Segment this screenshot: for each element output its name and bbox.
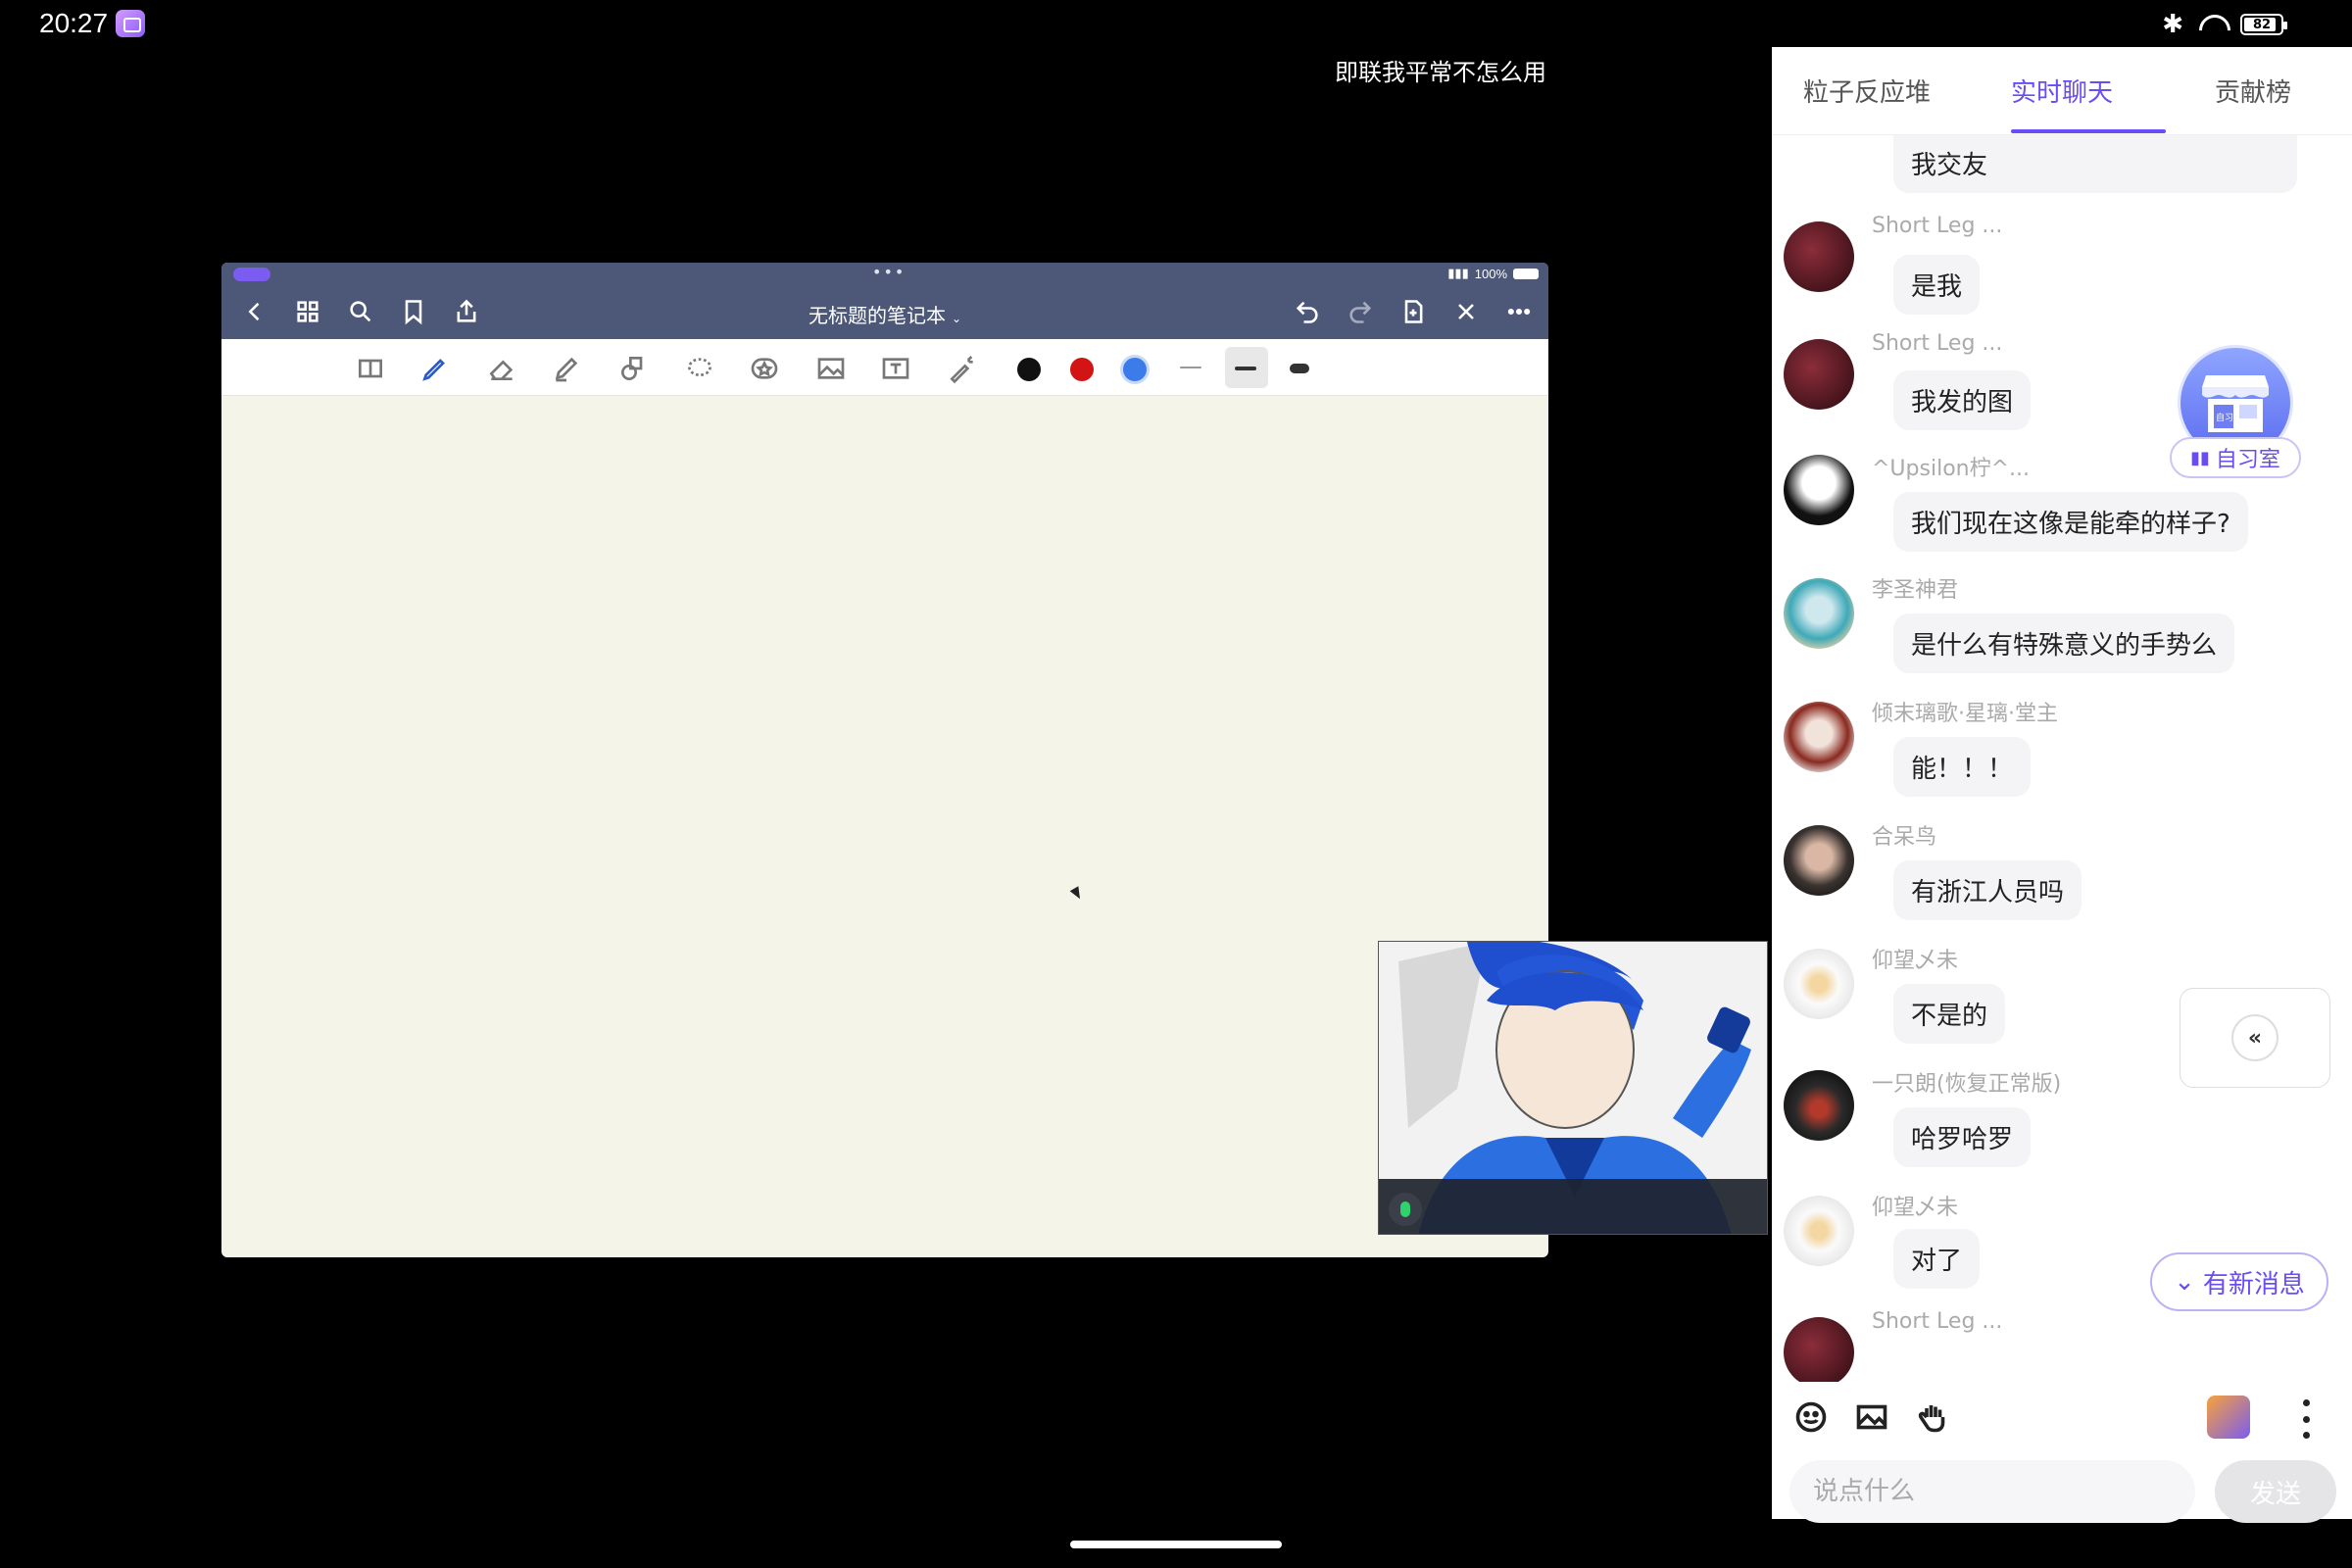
shared-status-bar: ••• ▮▮▮ 100% [221, 263, 1548, 282]
microphone-icon[interactable] [1389, 1193, 1422, 1226]
avatar[interactable] [1784, 221, 1854, 292]
message-bubble: 哈罗哈罗 [1893, 1107, 2032, 1167]
message-username: Short Leg ... [1872, 331, 2003, 356]
tab-particle-reactor[interactable]: 粒子反应堆 [1803, 73, 1931, 109]
signal-icon: ▮▮▮ [1447, 266, 1469, 280]
screen: 20:27 ✱ 82 即联我平常不怎么用 ••• ▮▮▮ 100% 无标题的笔记… [0, 0, 2352, 1568]
color-blue[interactable] [1123, 358, 1147, 381]
lasso-icon[interactable] [682, 351, 717, 386]
message-bubble: 对了 [1893, 1229, 1981, 1289]
add-page-icon[interactable] [1397, 296, 1429, 327]
screen-record-badge [233, 268, 270, 281]
shapes-icon[interactable] [615, 351, 651, 386]
text-icon[interactable] [878, 351, 913, 386]
double-chevron-down-icon: ⌄ [2174, 1267, 2195, 1297]
shared-screen[interactable]: ••• ▮▮▮ 100% 无标题的笔记本 ⌄ [221, 263, 1548, 1257]
avatar[interactable] [1784, 949, 1854, 1019]
message-username: Short Leg ... [1872, 214, 2003, 238]
avatar[interactable] [1784, 702, 1854, 772]
home-indicator[interactable] [1070, 1541, 1282, 1548]
redo-icon[interactable] [1345, 296, 1376, 327]
highlighter-icon[interactable] [549, 351, 584, 386]
message-bubble: 我们现在这像是能牵的样子? [1893, 492, 2248, 552]
message-username: 一只朗(恢复正常版) [1872, 1072, 2062, 1097]
tab-live-chat[interactable]: 实时聊天 [2011, 73, 2113, 109]
color-red[interactable] [1070, 358, 1094, 381]
image-icon[interactable] [813, 351, 849, 386]
gift-icon[interactable] [2207, 1396, 2250, 1439]
drawing-tools [221, 339, 1548, 396]
message-bubble: 能！！！ [1893, 737, 2032, 797]
more-icon[interactable] [1503, 296, 1535, 327]
avatar[interactable] [1784, 455, 1854, 525]
status-time: 20:27 [39, 8, 109, 38]
avatar[interactable] [1784, 339, 1854, 410]
shared-status-right: ▮▮▮ 100% [1447, 266, 1539, 281]
avatar[interactable] [1784, 1317, 1854, 1382]
bars-icon: ▮▮ [2190, 447, 2210, 468]
pen-icon[interactable] [417, 351, 453, 386]
avatar[interactable] [1784, 578, 1854, 649]
emoji-icon[interactable] [1793, 1399, 1833, 1439]
message-username: 仰望乄未 [1872, 1196, 1959, 1220]
message-bubble: 是什么有特殊意义的手势么 [1893, 613, 2235, 673]
battery-icon: 82 [2240, 14, 2287, 35]
tab-contribution-ranking[interactable]: 贡献榜 [2215, 73, 2291, 109]
study-room-pill: ▮▮ 自习室 [2170, 437, 2301, 478]
double-chevron-left-icon: « [2231, 1014, 2278, 1061]
message-username: 倾末璃歌·星璃·堂主 [1872, 702, 2058, 726]
panel-tabs: 粒子反应堆 实时聊天 贡献榜 [1772, 47, 2352, 135]
camera-preview[interactable] [1378, 941, 1768, 1235]
sticker-icon[interactable] [747, 351, 782, 386]
notes-toolbar: 无标题的笔记本 ⌄ [221, 282, 1548, 339]
shared-battery-icon [1513, 268, 1539, 279]
message-username: 仰望乄未 [1872, 949, 1959, 973]
multitask-dots-icon[interactable]: ••• [872, 263, 906, 281]
message-username: 李圣神君 [1872, 578, 1959, 603]
message-username: 合呆鸟 [1872, 825, 1937, 850]
undo-icon[interactable] [1292, 296, 1323, 327]
camera-controls-bar [1379, 1179, 1767, 1234]
stroke-thin[interactable] [1180, 367, 1201, 368]
color-black[interactable] [1017, 358, 1041, 381]
notes-header: ••• ▮▮▮ 100% 无标题的笔记本 ⌄ [221, 263, 1548, 339]
message-bubble: 不是的 [1893, 984, 2006, 1044]
study-room-button[interactable]: 自习 ▮▮ 自习室 [2170, 345, 2303, 482]
bluetooth-icon: ✱ [2162, 10, 2183, 39]
stroke-thick[interactable] [1290, 364, 1309, 373]
study-room-badge: 自习 [2216, 412, 2233, 423]
message-bubble: 是我 [1893, 255, 1981, 315]
send-button[interactable]: 发送 [2215, 1460, 2336, 1523]
chat-input-area: 发送 [1772, 1382, 2352, 1523]
status-icons: ✱ 82 [2162, 10, 2287, 39]
read-mode-icon[interactable] [353, 351, 388, 386]
new-messages-button[interactable]: ⌄ 有新消息 [2150, 1252, 2328, 1311]
message-username: Short Leg ... [1872, 1309, 2003, 1334]
collapse-panel-button[interactable]: « [2180, 988, 2330, 1088]
app-notification-icon [116, 10, 145, 37]
shared-battery-label: 100% [1474, 266, 1507, 281]
message-list[interactable]: 我交友 Short Leg ... 是我 Short Leg ... 我发的图 … [1772, 135, 2352, 1382]
stroke-medium[interactable] [1235, 367, 1256, 370]
raise-hand-icon[interactable] [1915, 1399, 1954, 1439]
room-title: 即联我平常不怎么用 [1335, 59, 1546, 86]
avatar[interactable] [1784, 825, 1854, 896]
avatar[interactable] [1784, 1070, 1854, 1141]
message-bubble: 我交友 [1893, 135, 2297, 193]
chat-input[interactable] [1789, 1460, 2195, 1523]
close-icon[interactable] [1450, 296, 1482, 327]
more-options-icon[interactable] [2301, 1399, 2311, 1439]
message-username: ^Upsilon柠^... [1872, 457, 2031, 481]
chevron-down-icon: ⌄ [951, 312, 962, 325]
wifi-icon [2197, 13, 2227, 36]
avatar[interactable] [1784, 1196, 1854, 1266]
message-bubble: 我发的图 [1893, 370, 2032, 430]
active-tab-indicator [2011, 129, 2166, 133]
laser-pointer-icon[interactable] [945, 351, 980, 386]
message-bubble: 有浙江人员吗 [1893, 860, 2082, 920]
eraser-icon[interactable] [484, 351, 519, 386]
image-upload-icon[interactable] [1854, 1399, 1893, 1439]
